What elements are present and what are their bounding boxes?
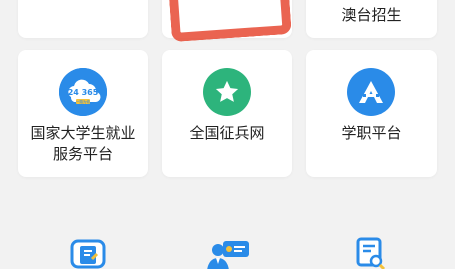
cloud-icon-text-top: 24 365 (68, 88, 99, 97)
certificate-search-icon[interactable] (352, 237, 386, 269)
a-logo-icon (347, 68, 395, 116)
card-top-right[interactable]: 澳台招生 (306, 0, 437, 38)
person-presentation-icon[interactable] (207, 238, 251, 269)
card-conscription[interactable]: 全国征兵网 (162, 50, 292, 177)
cloud-icon-text-bottom: 一路为你 (76, 99, 90, 104)
card-conscription-label: 全国征兵网 (189, 124, 265, 142)
card-top-right-label-2: 澳台招生 (341, 6, 402, 24)
card-employment-label-2: 服务平台 (52, 145, 113, 163)
card-career-label: 学职平台 (341, 124, 402, 142)
card-top-left[interactable] (18, 0, 148, 38)
star-icon (203, 68, 251, 116)
card-career-platform[interactable]: 学职平台 (306, 50, 437, 177)
service-grid-page: 澳台招生 24 365 一路为你 国家大学生就业 服务平台 全国征兵网 学职平台 (0, 0, 455, 269)
card-employment-label-1: 国家大学生就业 (30, 124, 136, 142)
cloud-24365-icon: 24 365 一路为你 (59, 68, 107, 116)
document-edit-icon[interactable] (69, 238, 107, 269)
card-employment-service[interactable]: 24 365 一路为你 国家大学生就业 服务平台 (18, 50, 148, 177)
